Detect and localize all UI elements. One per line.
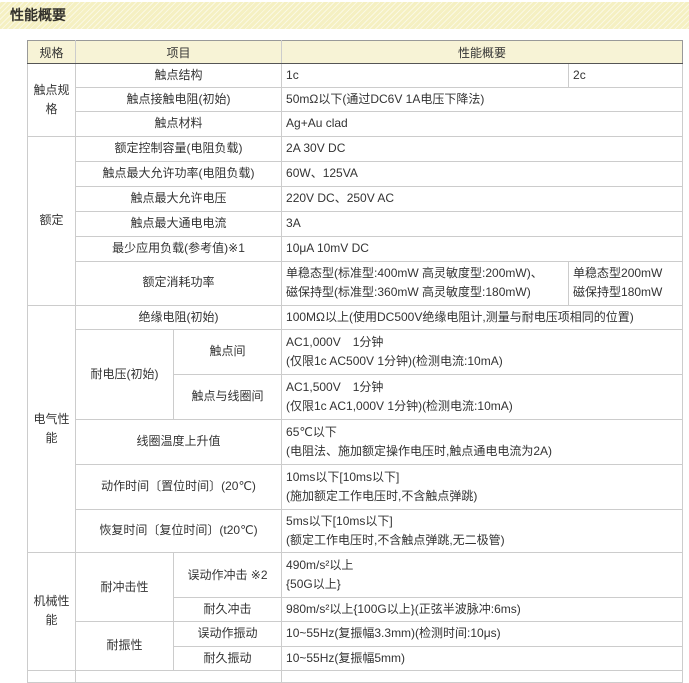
table-header-row: 规格 项目 性能概要 [28, 41, 683, 64]
header-item: 项目 [76, 41, 282, 64]
spec-table: 规格 项目 性能概要 触点规格 触点结构 1c 2c 触点接触电阻(初始) 50… [27, 40, 683, 683]
value-cell: Ag+Au clad [282, 112, 683, 136]
table-row: 恢复时间〔复位时间〕(t20℃) 5ms以下[10ms以下] (额定工作电压时,… [28, 509, 683, 552]
value-cell [282, 670, 683, 682]
value-cell: 10~55Hz(复振幅3.3mm)(检测时间:10μs) [282, 622, 683, 646]
sub-item-cell: 耐久振动 [174, 646, 282, 670]
item-cell: 绝缘电阻(初始) [76, 305, 282, 329]
table-row: 动作时间〔置位时间〕(20℃) 10ms以下[10ms以下] (施加额定工作电压… [28, 464, 683, 509]
table-row: 触点规格 触点结构 1c 2c [28, 64, 683, 88]
table-row: 触点最大允许功率(电阻负载) 60W、125VA [28, 161, 683, 186]
table-row-partial [28, 670, 683, 682]
item-cell: 触点最大通电电流 [76, 211, 282, 236]
value-cell: 65℃以下 (电阻法、施加额定操作电压时,触点通电电流为2A) [282, 419, 683, 464]
value-cell: 单稳态型(标准型:400mW 高灵敏度型:200mW)、 磁保持型(标准型:36… [282, 261, 569, 305]
sub-item-cell: 误动作振动 [174, 622, 282, 646]
value-cell: 60W、125VA [282, 161, 683, 186]
value-cell: 3A [282, 211, 683, 236]
header-summary: 性能概要 [282, 41, 683, 64]
sub-item-cell: 触点间 [174, 329, 282, 374]
value-cell: 2A 30V DC [282, 136, 683, 161]
category-mechanical: 机械性能 [28, 553, 76, 671]
table-row: 触点最大允许电压 220V DC、250V AC [28, 186, 683, 211]
value-cell: 1c [282, 64, 569, 88]
sub-group-cell: 耐振性 [76, 622, 174, 670]
table-row: 耐电压(初始) 触点间 AC1,000V 1分钟 (仅限1c AC500V 1分… [28, 329, 683, 374]
sub-group-cell: 耐冲击性 [76, 553, 174, 622]
sub-group-cell: 耐电压(初始) [76, 329, 174, 419]
value-cell: AC1,000V 1分钟 (仅限1c AC500V 1分钟)(检测电流:10mA… [282, 329, 683, 374]
value-cell: 10μA 10mV DC [282, 236, 683, 261]
item-cell: 触点最大允许电压 [76, 186, 282, 211]
value-cell: 10~55Hz(复振幅5mm) [282, 646, 683, 670]
category-rating: 额定 [28, 136, 76, 305]
item-cell [76, 670, 282, 682]
item-cell: 触点结构 [76, 64, 282, 88]
item-cell: 额定控制容量(电阻负载) [76, 136, 282, 161]
table-row: 触点接触电阻(初始) 50mΩ以下(通过DC6V 1A电压下降法) [28, 88, 683, 112]
table-row: 额定消耗功率 单稳态型(标准型:400mW 高灵敏度型:200mW)、 磁保持型… [28, 261, 683, 305]
table-row: 机械性能 耐冲击性 误动作冲击 ※2 490m/s²以上 {50G以上} [28, 553, 683, 598]
sub-item-cell: 误动作冲击 ※2 [174, 553, 282, 598]
value-cell: 980m/s²以上{100G以上}(正弦半波脉冲:6ms) [282, 598, 683, 622]
value-cell: 490m/s²以上 {50G以上} [282, 553, 683, 598]
item-cell: 最少应用负载(参考值)※1 [76, 236, 282, 261]
page-title: 性能概要 [0, 2, 689, 29]
category-contact: 触点规格 [28, 64, 76, 137]
category-cell [28, 670, 76, 682]
table-row: 触点材料 Ag+Au clad [28, 112, 683, 136]
value-cell: 50mΩ以下(通过DC6V 1A电压下降法) [282, 88, 683, 112]
item-cell: 额定消耗功率 [76, 261, 282, 305]
table-row: 触点最大通电电流 3A [28, 211, 683, 236]
item-cell: 触点材料 [76, 112, 282, 136]
item-cell: 触点最大允许功率(电阻负载) [76, 161, 282, 186]
value-cell: 2c [569, 64, 683, 88]
value-cell: AC1,500V 1分钟 (仅限1c AC1,000V 1分钟)(检测电流:10… [282, 374, 683, 419]
table-row: 额定 额定控制容量(电阻负载) 2A 30V DC [28, 136, 683, 161]
value-cell: 220V DC、250V AC [282, 186, 683, 211]
value-cell: 10ms以下[10ms以下] (施加额定工作电压时,不含触点弹跳) [282, 464, 683, 509]
item-cell: 线圈温度上升值 [76, 419, 282, 464]
item-cell: 动作时间〔置位时间〕(20℃) [76, 464, 282, 509]
value-cell: 单稳态型200mW 磁保持型180mW [569, 261, 683, 305]
sub-item-cell: 耐久冲击 [174, 598, 282, 622]
table-row: 线圈温度上升值 65℃以下 (电阻法、施加额定操作电压时,触点通电电流为2A) [28, 419, 683, 464]
value-cell: 5ms以下[10ms以下] (额定工作电压时,不含触点弹跳,无二极管) [282, 509, 683, 552]
header-spec: 规格 [28, 41, 76, 64]
item-cell: 触点接触电阻(初始) [76, 88, 282, 112]
value-cell: 100MΩ以上(使用DC500V绝缘电阻计,测量与耐电压项相同的位置) [282, 305, 683, 329]
table-row: 电气性能 绝缘电阻(初始) 100MΩ以上(使用DC500V绝缘电阻计,测量与耐… [28, 305, 683, 329]
table-row: 耐振性 误动作振动 10~55Hz(复振幅3.3mm)(检测时间:10μs) [28, 622, 683, 646]
table-row: 最少应用负载(参考值)※1 10μA 10mV DC [28, 236, 683, 261]
category-electrical: 电气性能 [28, 305, 76, 553]
item-cell: 恢复时间〔复位时间〕(t20℃) [76, 509, 282, 552]
sub-item-cell: 触点与线圈间 [174, 374, 282, 419]
